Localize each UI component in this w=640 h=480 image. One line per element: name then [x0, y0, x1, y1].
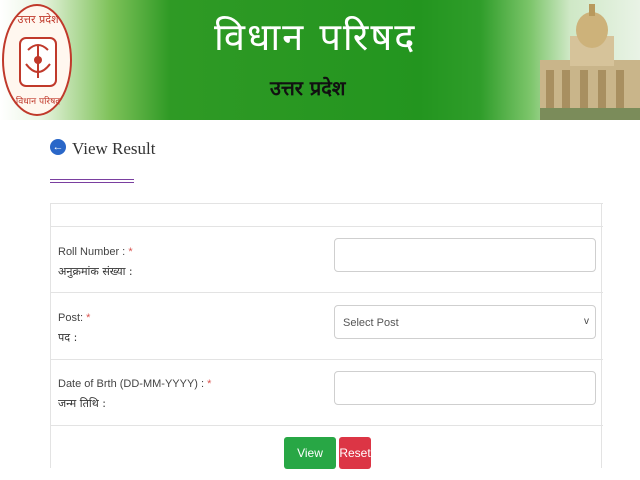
- banner-title: विधान परिषद: [214, 15, 417, 59]
- form-divider: [51, 226, 603, 227]
- back-arrow-icon[interactable]: ←: [50, 139, 66, 155]
- post-label: Post: *: [58, 311, 90, 325]
- roll-number-input[interactable]: [334, 238, 596, 272]
- header-banner: उत्तर प्रदेश विधान परिषद विधान परिषद उत्…: [0, 0, 640, 120]
- form-divider: [51, 203, 603, 204]
- view-result-button[interactable]: View Result: [284, 437, 336, 480]
- roll-number-label-hindi: अनुक्रमांक संख्या :: [58, 265, 133, 278]
- banner-subtitle: उत्तर प्रदेश: [270, 76, 346, 100]
- form-divider: [51, 359, 603, 360]
- required-mark: *: [128, 246, 133, 258]
- chevron-down-icon: v: [584, 316, 589, 327]
- logo-text-top: उत्तर प्रदेश: [17, 13, 59, 26]
- result-form: Roll Number : * अनुक्रमांक संख्या : Post…: [50, 203, 603, 480]
- page-title: View Result: [72, 139, 156, 158]
- roll-number-label-text: Roll Number :: [58, 246, 126, 258]
- dob-label-text: Date of Brth (DD-MM-YYYY) :: [58, 378, 205, 390]
- dob-label-hindi: जन्म तिथि :: [58, 397, 106, 410]
- post-label-hindi: पद :: [58, 331, 78, 344]
- form-divider: [51, 425, 603, 426]
- reset-button[interactable]: Reset: [339, 437, 371, 469]
- post-label-text: Post:: [58, 312, 84, 324]
- dob-input[interactable]: [334, 371, 596, 405]
- post-select-value: Select Post: [343, 317, 399, 329]
- required-mark: *: [86, 312, 91, 324]
- required-mark: *: [207, 378, 212, 390]
- form-divider: [51, 292, 603, 293]
- roll-number-label: Roll Number : *: [58, 245, 133, 259]
- vidhan-bhavan-building-image: [540, 4, 640, 120]
- post-select[interactable]: Select Post v: [334, 305, 596, 339]
- title-underline: [50, 179, 134, 183]
- emblem-logo: उत्तर प्रदेश विधान परिषद: [2, 4, 72, 116]
- dob-label: Date of Brth (DD-MM-YYYY) : *: [58, 377, 211, 391]
- logo-text-bottom: विधान परिषद: [15, 97, 61, 107]
- emblem-icon: [19, 37, 57, 87]
